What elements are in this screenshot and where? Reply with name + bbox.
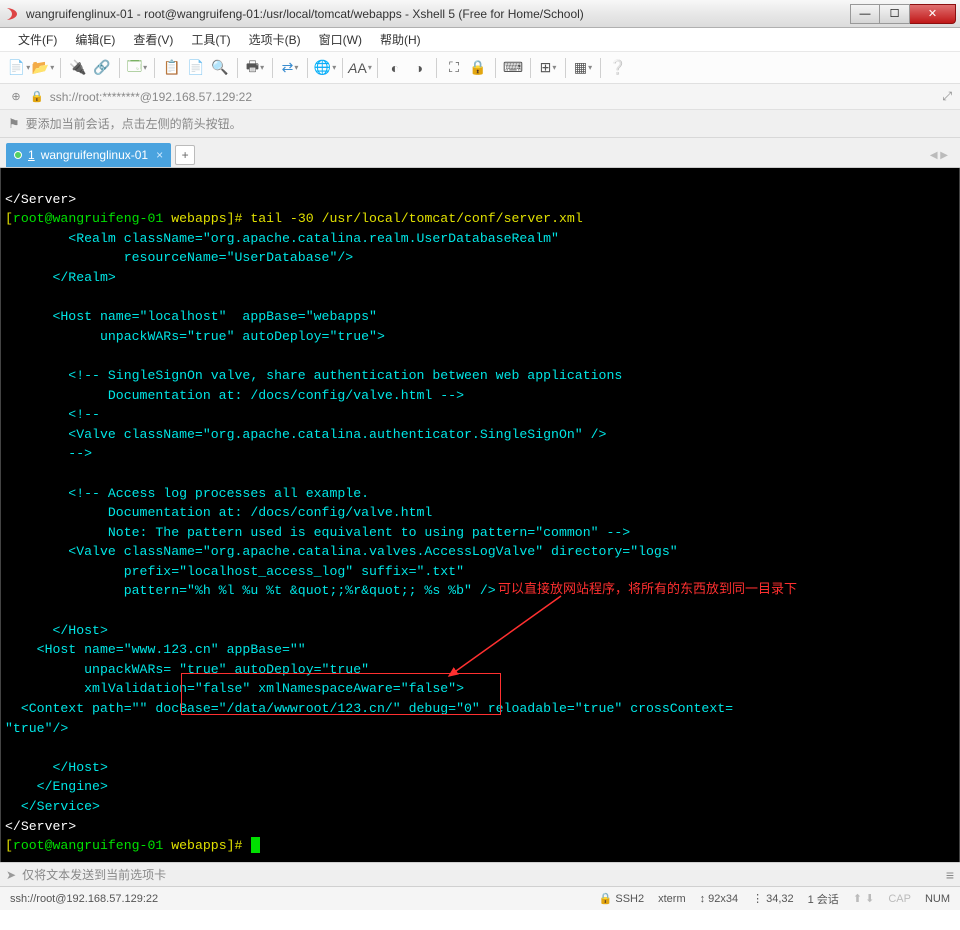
- menu-edit[interactable]: 编辑(E): [69, 29, 121, 50]
- send-text[interactable]: 仅将文本发送到当前选项卡: [22, 866, 940, 883]
- info-text: 要添加当前会话，点击左侧的箭头按钮。: [26, 115, 242, 132]
- cursor: [251, 837, 260, 853]
- view-mode-icon[interactable]: ▦▾: [572, 57, 594, 79]
- find-icon[interactable]: 🔍: [209, 57, 231, 79]
- send-bar: ➤ 仅将文本发送到当前选项卡 ≡: [0, 862, 960, 886]
- tab-label: wangruifenglinux-01: [41, 148, 148, 162]
- help-icon[interactable]: ❔: [607, 57, 629, 79]
- font-icon[interactable]: AA▾: [349, 57, 371, 79]
- flag-icon[interactable]: ⚑: [8, 116, 20, 132]
- paste-icon[interactable]: 📄: [185, 57, 207, 79]
- menu-bar: 文件(F) 编辑(E) 查看(V) 工具(T) 选项卡(B) 窗口(W) 帮助(…: [0, 28, 960, 52]
- lock-icon[interactable]: 🔒: [467, 57, 489, 79]
- send-menu-icon[interactable]: ≡: [946, 867, 954, 883]
- status-size: 92x34: [708, 893, 738, 905]
- menu-window[interactable]: 窗口(W): [313, 29, 368, 50]
- window-title: wangruifenglinux-01 - root@wangruifeng-0…: [26, 7, 850, 21]
- status-dot-icon: [14, 151, 22, 159]
- minimize-button[interactable]: —: [850, 4, 880, 24]
- print-icon[interactable]: 🖶▾: [244, 57, 266, 79]
- status-sessions: 1 会话: [808, 891, 839, 907]
- menu-tools[interactable]: 工具(T): [185, 29, 236, 50]
- tab-strip: 1 wangruifenglinux-01 × + ◀ ▶: [0, 138, 960, 168]
- globe-icon[interactable]: 🌐▾: [314, 57, 336, 79]
- annotation-text: 可以直接放网站程序，将所有的东西放到同一目录下: [498, 579, 797, 599]
- addr-add-icon[interactable]: ⊕: [8, 89, 24, 105]
- status-pos: 34,32: [766, 893, 794, 905]
- transfer-icon[interactable]: ⇄▾: [279, 57, 301, 79]
- new-session-icon[interactable]: 📄▾: [8, 57, 30, 79]
- status-num: NUM: [925, 893, 950, 905]
- toolbar: 📄▾ 📂▾ 🔌 🔗 🗔▾ 📋 📄 🔍 🖶▾ ⇄▾ 🌐▾ AA▾ ◐ ◑ ⛶ 🔒 …: [0, 52, 960, 84]
- tab-number: 1: [28, 148, 35, 162]
- new-tab-button[interactable]: +: [175, 145, 195, 165]
- tab-nav-arrows[interactable]: ◀ ▶: [930, 150, 948, 161]
- menu-file[interactable]: 文件(F): [12, 29, 63, 50]
- open-folder-icon[interactable]: 📂▾: [32, 57, 54, 79]
- app-icon: [4, 6, 20, 22]
- layout-add-icon[interactable]: ⊞▾: [537, 57, 559, 79]
- terminal[interactable]: </Server> [root@wangruifeng-01 webapps]#…: [0, 168, 960, 862]
- status-bar: ssh://root@192.168.57.129:22 🔒SSH2 xterm…: [0, 886, 960, 910]
- status-lock-icon: 🔒: [599, 892, 613, 905]
- close-button[interactable]: ✕: [910, 4, 956, 24]
- menu-tabs[interactable]: 选项卡(B): [243, 29, 307, 50]
- pos-icon: ⋮: [752, 892, 763, 905]
- up-down-icon[interactable]: ⬆ ⬇: [853, 892, 875, 905]
- size-icon: ↕: [700, 893, 706, 905]
- maximize-button[interactable]: ☐: [880, 4, 910, 24]
- menu-view[interactable]: 查看(V): [127, 29, 179, 50]
- menu-help[interactable]: 帮助(H): [374, 29, 427, 50]
- annotation-arrow: [441, 588, 581, 688]
- expand-icon[interactable]: ⤢: [942, 89, 952, 104]
- highlight-icon[interactable]: ◑: [408, 57, 430, 79]
- title-bar: wangruifenglinux-01 - root@wangruifeng-0…: [0, 0, 960, 28]
- address-bar: ⊕ 🔒 ssh://root:********@192.168.57.129:2…: [0, 84, 960, 110]
- send-icon[interactable]: ➤: [6, 868, 16, 882]
- status-connection: ssh://root@192.168.57.129:22: [10, 893, 585, 905]
- status-terminal-type: xterm: [658, 893, 686, 905]
- copy-icon[interactable]: 📋: [161, 57, 183, 79]
- color-scheme-icon[interactable]: ◐: [384, 57, 406, 79]
- address-text[interactable]: ssh://root:********@192.168.57.129:22: [50, 90, 937, 104]
- reconnect-icon[interactable]: 🔌: [67, 57, 89, 79]
- tab-close-icon[interactable]: ×: [156, 148, 163, 162]
- properties-icon[interactable]: 🗔▾: [126, 57, 148, 79]
- keyboard-icon[interactable]: ⌨: [502, 57, 524, 79]
- status-ssh: SSH2: [615, 893, 644, 905]
- disconnect-icon[interactable]: 🔗: [91, 57, 113, 79]
- lock-icon: 🔒: [30, 90, 44, 103]
- fullscreen-icon[interactable]: ⛶: [443, 57, 465, 79]
- info-bar: ⚑ 要添加当前会话，点击左侧的箭头按钮。: [0, 110, 960, 138]
- status-cap: CAP: [888, 893, 911, 905]
- session-tab[interactable]: 1 wangruifenglinux-01 ×: [6, 143, 171, 167]
